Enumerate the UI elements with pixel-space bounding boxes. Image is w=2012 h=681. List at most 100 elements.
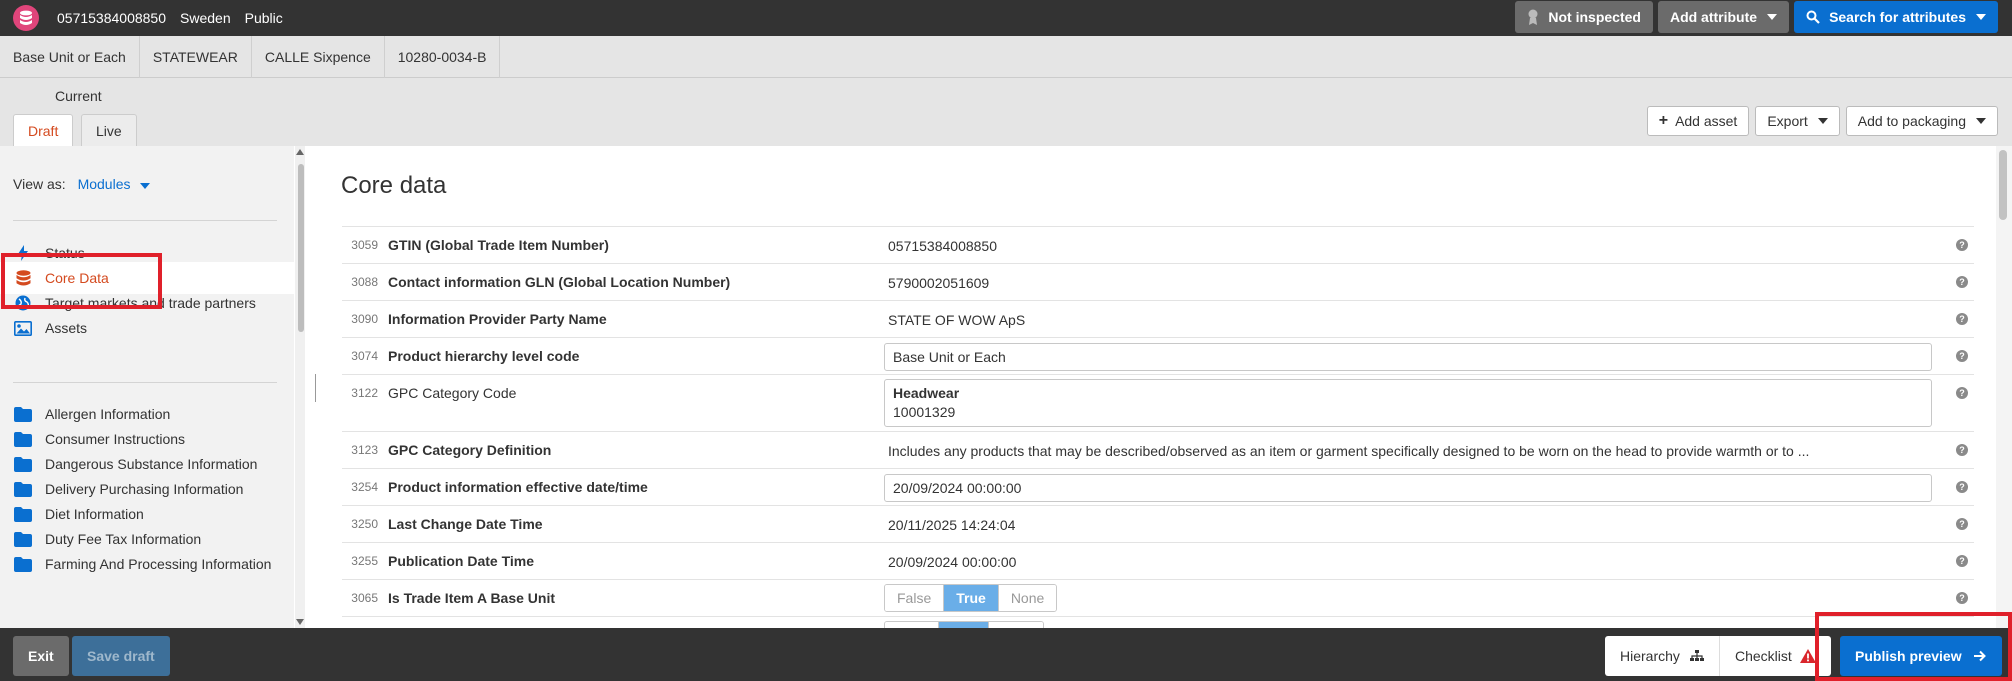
award-icon [1527, 9, 1539, 25]
exit-button[interactable]: Exit [13, 636, 69, 676]
help-icon[interactable]: ? [1956, 239, 1968, 251]
checklist-button[interactable]: Checklist [1719, 636, 1831, 676]
breadcrumb-item[interactable]: 10280-0034-B [385, 35, 501, 78]
attribute-label: GPC Category Code [388, 385, 517, 401]
toggle-true[interactable]: True [943, 585, 998, 611]
page-title: Core data [341, 172, 447, 199]
attribute-code: 3088 [351, 275, 378, 289]
gpc-category-number: 10001329 [893, 404, 956, 420]
view-as-selector[interactable]: View as: Modules [13, 176, 151, 192]
attribute-value: 20/09/2024 00:00:00 [888, 554, 1017, 570]
view-as-value[interactable]: Modules [78, 176, 131, 192]
visibility-label: Public [244, 10, 283, 26]
save-draft-button[interactable]: Save draft [72, 636, 170, 676]
help-icon[interactable]: ? [1956, 481, 1968, 493]
gpc-category-name: Headwear [893, 385, 960, 401]
help-icon[interactable]: ? [1956, 518, 1968, 530]
main-scrollbar[interactable] [1996, 146, 2012, 628]
resize-handle[interactable] [315, 374, 316, 402]
attribute-label: GPC Category Definition [388, 442, 552, 458]
sidebar: View as: Modules Status Core Data Target… [0, 146, 294, 628]
item-id: 05715384008850 [57, 10, 167, 26]
sidebar-item-farming-processing[interactable]: Farming And Processing Information [0, 548, 294, 580]
table-row: 3088 Contact information GLN (Global Loc… [342, 263, 1974, 300]
database-logo-icon [13, 5, 39, 31]
attribute-value: Includes any products that may be descri… [888, 443, 1810, 459]
main-content: Core data 3059 GTIN (Global Trade Item N… [306, 146, 1996, 628]
help-icon[interactable]: ? [1956, 313, 1968, 325]
help-icon[interactable]: ? [1956, 555, 1968, 567]
table-row: 3074 Product hierarchy level code Base U… [342, 337, 1974, 374]
add-attribute-button[interactable]: Add attribute [1657, 1, 1790, 33]
folder-icon [14, 455, 32, 473]
warning-icon [1799, 649, 1816, 663]
table-row: 3090 Information Provider Party Name STA… [342, 300, 1974, 337]
attribute-label: Product information effective date/time [388, 479, 648, 495]
chevron-down-icon [1976, 14, 1986, 20]
help-icon[interactable]: ? [1956, 276, 1968, 288]
folder-icon [14, 555, 32, 573]
attribute-label: Publication Date Time [388, 553, 534, 569]
scroll-up-icon[interactable] [296, 149, 304, 155]
database-icon [14, 269, 32, 287]
bottom-bar: Exit Save draft Hierarchy Checklist Publ… [0, 628, 2012, 681]
plus-icon: + [1658, 112, 1669, 129]
breadcrumb-item[interactable]: CALLE Sixpence [252, 35, 385, 78]
attribute-code: 3123 [351, 443, 378, 457]
attribute-label: Contact information GLN (Global Location… [388, 274, 731, 290]
table-row [342, 616, 1974, 628]
sidebar-scrollbar[interactable] [295, 146, 305, 628]
sidebar-scroll-thumb[interactable] [298, 164, 304, 332]
tab-live[interactable]: Live [81, 114, 137, 146]
sitemap-icon [1689, 650, 1704, 662]
attribute-code: 3074 [351, 349, 378, 363]
search-attributes-button[interactable]: Search for attributes [1794, 1, 1998, 33]
help-icon[interactable]: ? [1956, 387, 1968, 399]
table-row: 3250 Last Change Date Time 20/11/2025 14… [342, 505, 1974, 542]
attribute-value: 05715384008850 [888, 238, 998, 254]
table-row: 3122 GPC Category Code Headwear 10001329… [342, 374, 1974, 431]
folder-icon [14, 480, 32, 498]
toggle-none[interactable]: None [997, 585, 1057, 611]
not-inspected-button[interactable]: Not inspected [1515, 1, 1653, 33]
help-icon[interactable]: ? [1956, 592, 1968, 604]
export-button[interactable]: Export [1755, 106, 1840, 136]
base-unit-toggle[interactable]: False True None [884, 584, 1058, 612]
divider [13, 382, 277, 383]
sidebar-item-assets[interactable]: Assets [0, 312, 294, 344]
divider [13, 220, 277, 221]
scroll-down-icon[interactable] [296, 619, 304, 625]
table-row: 3255 Publication Date Time 20/09/2024 00… [342, 542, 1974, 579]
breadcrumb-item[interactable]: STATEWEAR [140, 35, 252, 78]
attribute-value: 20/11/2025 14:24:04 [888, 517, 1016, 533]
folder-icon [14, 530, 32, 548]
chevron-down-icon [140, 183, 151, 189]
product-hierarchy-field[interactable]: Base Unit or Each [884, 343, 1932, 371]
breadcrumb-item[interactable]: Base Unit or Each [0, 35, 140, 78]
attribute-code: 3065 [351, 591, 378, 605]
country-label: Sweden [180, 10, 231, 26]
tab-draft[interactable]: Draft [13, 114, 74, 146]
attribute-value: STATE OF WOW ApS [888, 312, 1026, 328]
publish-preview-button[interactable]: Publish preview [1840, 636, 2002, 676]
attribute-code: 3255 [351, 554, 378, 568]
help-icon[interactable]: ? [1956, 444, 1968, 456]
add-asset-button[interactable]: + Add asset [1646, 106, 1750, 136]
current-label: Current [55, 88, 102, 104]
chevron-down-icon [1817, 118, 1828, 124]
help-icon[interactable]: ? [1956, 350, 1968, 362]
hierarchy-button[interactable]: Hierarchy [1605, 636, 1719, 676]
add-to-packaging-button[interactable]: Add to packaging [1845, 106, 1998, 136]
table-row: 3059 GTIN (Global Trade Item Number) 057… [342, 226, 1974, 263]
main-scroll-thumb[interactable] [1999, 150, 2007, 220]
effective-datetime-field[interactable]: 20/09/2024 00:00:00 [884, 474, 1932, 502]
globe-icon [14, 294, 32, 312]
gpc-category-field[interactable]: Headwear 10001329 [884, 379, 1932, 427]
toggle-false[interactable]: False [885, 585, 944, 611]
search-icon [1806, 10, 1820, 24]
folder-icon [14, 430, 32, 448]
folder-icon [14, 505, 32, 523]
attribute-code: 3059 [351, 238, 378, 252]
next-row-toggle[interactable] [884, 621, 1044, 628]
attribute-table: 3059 GTIN (Global Trade Item Number) 057… [342, 226, 1974, 628]
